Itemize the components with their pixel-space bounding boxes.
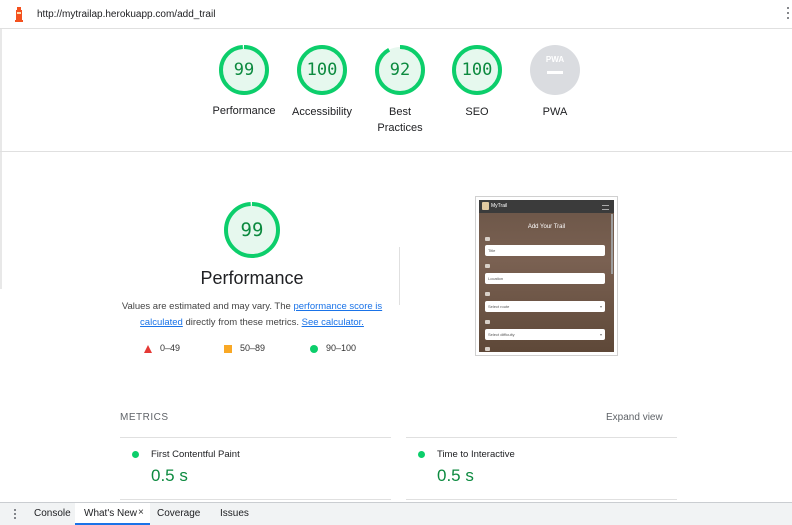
chevron-down-icon: ▾ [599, 304, 602, 309]
pwa-badge-icon: PWA [530, 45, 580, 95]
route-icon [485, 292, 490, 296]
pwa-badge-text: PWA [546, 55, 564, 64]
location-field: Location [485, 273, 605, 284]
title-field: Title [485, 245, 605, 256]
tab-issues[interactable]: Issues [220, 508, 249, 519]
divider [399, 247, 400, 305]
metric-value: 0.5 s [437, 466, 474, 485]
tab-whats-new[interactable]: What's New [84, 508, 137, 519]
extra-icon [485, 347, 490, 351]
hamburger-icon [602, 205, 609, 210]
pass-circle-icon [418, 451, 425, 458]
see-calculator-link[interactable]: See calculator. [302, 317, 364, 328]
difficulty-icon [485, 320, 490, 324]
legend-label: 90–100 [326, 343, 357, 353]
performance-score: 99 [240, 219, 264, 241]
pass-circle-icon [132, 451, 139, 458]
metric-value: 0.5 s [151, 466, 188, 485]
final-screenshot: MyTrail Add Your Trail Title Location Se… [475, 196, 618, 356]
gauge-best-practices[interactable]: 92 [374, 44, 426, 96]
gauge-seo[interactable]: 100 [451, 44, 503, 96]
drawer-menu-icon[interactable] [14, 509, 17, 521]
gauge-pwa[interactable]: PWA [529, 44, 581, 96]
form-heading: Add Your Trail [527, 224, 566, 230]
divider [406, 437, 677, 438]
expand-view-button[interactable]: Expand view [606, 412, 663, 423]
gauge-accessibility[interactable]: 100 [296, 44, 348, 96]
gauge-performance[interactable]: 99 [218, 44, 270, 96]
gauge-label: Best Practices [377, 106, 423, 134]
field-text: Select route [488, 304, 510, 309]
difficulty-select: Select difficulty ▾ [485, 329, 605, 340]
field-text: Select difficulty [488, 332, 515, 337]
app-navbar: MyTrail [479, 200, 614, 213]
score-value: 100 [461, 60, 493, 80]
desc-text: Values are estimated and may vary. The [121, 301, 294, 312]
performance-title: Performance [200, 268, 304, 288]
title-icon [485, 237, 490, 241]
gauge-label: Performance [212, 105, 276, 117]
divider [120, 499, 391, 500]
performance-gauge: 99 [223, 201, 281, 259]
route-select: Select route ▾ [485, 301, 605, 312]
score-value: 92 [389, 60, 411, 80]
field-text: Location [488, 276, 504, 281]
legend-label: 50–89 [240, 343, 266, 353]
divider [0, 151, 792, 152]
lighthouse-icon [15, 7, 23, 22]
app-logo-icon [482, 202, 489, 210]
performance-description: Values are estimated and may vary. The p… [120, 299, 384, 331]
field-text: Title [488, 248, 496, 253]
tab-coverage[interactable]: Coverage [157, 508, 200, 519]
gauge-label: PWA [542, 106, 568, 118]
location-icon [485, 264, 490, 268]
divider [406, 499, 677, 500]
screenshot-content: MyTrail Add Your Trail Title Location Se… [479, 200, 614, 352]
page-url[interactable]: http://mytrailap.herokuapp.com/add_trail [37, 9, 215, 20]
tab-console[interactable]: Console [34, 508, 71, 519]
score-value: 99 [233, 60, 255, 80]
scrollbar [611, 214, 613, 274]
desc-text: directly from these metrics. [182, 317, 302, 328]
more-options-icon[interactable] [786, 7, 790, 21]
close-icon[interactable]: × [138, 507, 144, 518]
gauge-label: Accessibility [292, 106, 352, 118]
gauge-label: SEO [465, 106, 489, 118]
metric-name: Time to Interactive [437, 449, 515, 460]
legend-label: 0–49 [160, 343, 181, 353]
score-value: 100 [306, 60, 338, 80]
divider [120, 437, 391, 438]
scroll-edge [0, 29, 2, 289]
metric-name: First Contentful Paint [151, 449, 240, 460]
chevron-down-icon: ▾ [599, 332, 602, 337]
devtools-drawer: Console What's New × Coverage Issues [0, 502, 792, 525]
pass-circle-icon [310, 345, 318, 353]
app-brand: MyTrail [491, 203, 508, 209]
metrics-header: METRICS [120, 412, 169, 423]
fail-triangle-icon [144, 345, 152, 353]
average-square-icon [224, 345, 232, 353]
url-bar: http://mytrailap.herokuapp.com/add_trail [0, 0, 792, 29]
